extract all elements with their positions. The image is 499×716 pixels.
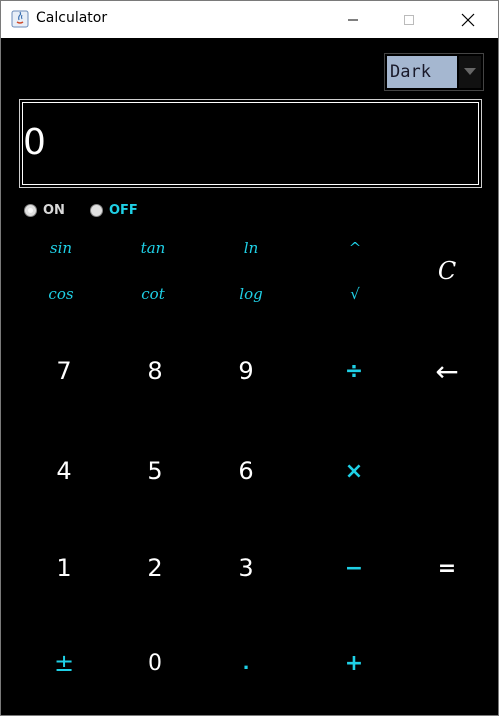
radio-unselected-icon [90,204,103,217]
plus-button[interactable]: + [314,638,394,688]
digit-8-button[interactable]: 8 [115,346,195,396]
digit-9-button[interactable]: 9 [206,346,286,396]
log-button[interactable]: log [211,274,291,314]
display-value: 0 [23,122,46,163]
power-on-label: ON [43,203,65,218]
java-app-icon [11,10,29,28]
equals-button[interactable]: = [407,543,487,593]
chevron-down-icon[interactable] [459,56,481,88]
digit-2-button[interactable]: 2 [115,543,195,593]
plus-minus-button[interactable]: ± [24,638,104,688]
sqrt-button[interactable]: √ [315,274,395,314]
minimize-button[interactable] [330,1,376,38]
backspace-button[interactable]: ← [407,346,487,396]
ln-button[interactable]: ln [211,228,291,268]
result-display: 0 [19,99,482,188]
divide-button[interactable]: ÷ [314,346,394,396]
tan-button[interactable]: tan [113,228,193,268]
power-button[interactable]: ^ [315,228,395,268]
power-off-radio[interactable]: OFF [90,203,138,218]
close-icon [461,13,475,26]
maximize-button[interactable] [386,1,432,38]
cos-button[interactable]: cos [21,274,101,314]
digit-6-button[interactable]: 6 [206,446,286,496]
multiply-button[interactable]: × [314,446,394,496]
power-off-label: OFF [109,203,138,218]
minimize-icon [348,19,358,20]
minus-button[interactable]: − [314,543,394,593]
digit-3-button[interactable]: 3 [206,543,286,593]
radio-selected-icon [24,204,37,217]
digit-5-button[interactable]: 5 [115,446,195,496]
cot-button[interactable]: cot [113,274,193,314]
theme-select[interactable]: Dark [384,53,484,91]
sin-button[interactable]: sin [21,228,101,268]
maximize-icon [404,14,414,25]
digit-1-button[interactable]: 1 [24,543,104,593]
digit-7-button[interactable]: 7 [24,346,104,396]
decimal-button[interactable]: . [206,638,286,688]
calculator-body: Dark 0 ON OFF sin tan ln ^ C cos cot log… [1,38,498,715]
calculator-window: Calculator Dark 0 ON OFF sin tan ln ^ C … [0,0,499,716]
power-on-radio[interactable]: ON [24,203,65,218]
close-button[interactable] [445,1,491,38]
digit-4-button[interactable]: 4 [24,446,104,496]
digit-0-button[interactable]: 0 [115,638,195,688]
title-bar: Calculator [1,1,498,38]
theme-select-value: Dark [387,56,457,88]
clear-button[interactable]: C [407,246,487,296]
window-title: Calculator [36,10,108,26]
